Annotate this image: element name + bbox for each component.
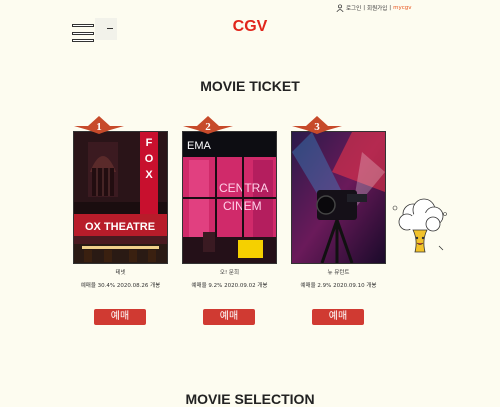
svg-text:O: O: [145, 153, 154, 165]
poster-marquee-text: OX THEATRE: [85, 221, 155, 233]
top-utility-bar: 로그인 | 회원가입 | mycgv: [336, 4, 412, 12]
poster-sign-top: EMA: [187, 140, 212, 152]
rank-badge: 2: [183, 116, 233, 134]
movie-info: 예매율 30.4% 2020.08.26 개봉: [80, 283, 161, 289]
movie-title[interactable]: 뉴 뮤턴트: [291, 268, 386, 276]
movie-ticket-title: MOVIE TICKET: [200, 78, 300, 94]
cgv-logo[interactable]: CGV: [0, 18, 500, 36]
signup-link[interactable]: 회원가입: [367, 4, 387, 12]
movie-info: 예매율 2.9% 2020.09.10 개봉: [300, 283, 377, 289]
book-button[interactable]: 예매: [203, 309, 255, 325]
book-button[interactable]: 예매: [94, 309, 146, 325]
separator: |: [389, 5, 392, 11]
svg-text:X: X: [145, 169, 153, 181]
separator: |: [363, 5, 366, 11]
rank-badge: 3: [292, 116, 342, 134]
movie-title[interactable]: 테넷: [73, 268, 168, 276]
login-link[interactable]: 로그인: [346, 4, 361, 12]
rank-number: 3: [314, 121, 320, 133]
movie-poster[interactable]: F O X OX THEATRE: [73, 131, 168, 264]
movie-title[interactable]: 오! 문희: [182, 268, 277, 276]
svg-text:F: F: [146, 137, 153, 149]
user-icon: [336, 4, 344, 12]
mascot-illustration: [392, 198, 447, 253]
book-button[interactable]: 예매: [312, 309, 364, 325]
movie-poster[interactable]: [291, 131, 386, 264]
movie-info: 예매율 9.2% 2020.09.02 개봉: [191, 283, 268, 289]
rank-number: 2: [205, 121, 211, 133]
movie-poster[interactable]: EMA CENTRA CINEM: [182, 131, 277, 264]
rank-number: 1: [96, 121, 102, 133]
mycgv-link[interactable]: mycgv: [393, 5, 411, 11]
movie-selection-title: MOVIE SELECTION: [185, 391, 315, 407]
rank-badge: 1: [74, 116, 124, 134]
